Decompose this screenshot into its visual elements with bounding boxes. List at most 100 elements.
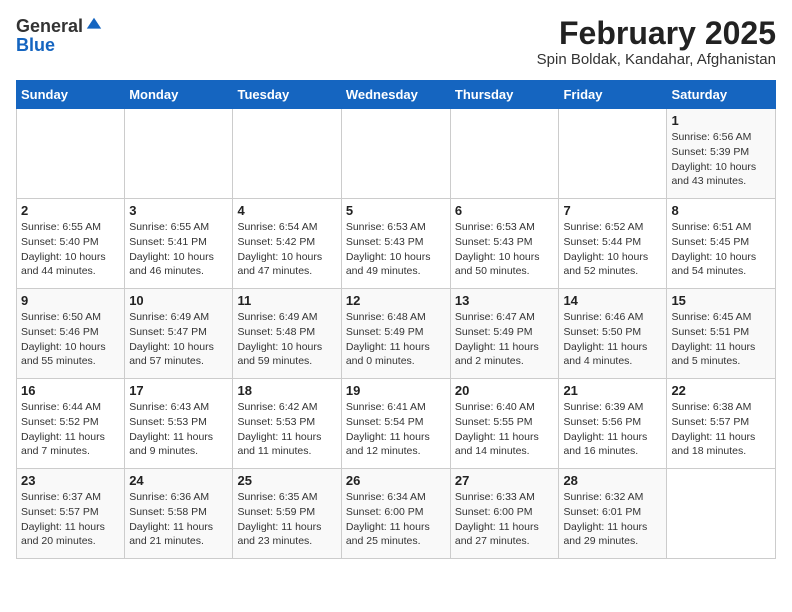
calendar-cell: 7 Sunrise: 6:52 AM Sunset: 5:44 PM Daylig… — [559, 199, 667, 289]
day-number: 5 — [346, 203, 446, 218]
calendar-week-1: 2 Sunrise: 6:55 AM Sunset: 5:40 PM Daylig… — [17, 199, 776, 289]
calendar-week-0: 1Sunrise: 6:56 AM Sunset: 5:39 PM Daylig… — [17, 109, 776, 199]
page-title: February 2025 — [537, 16, 776, 51]
calendar-cell: 15 Sunrise: 6:45 AM Sunset: 5:51 PM Dayli… — [667, 289, 776, 379]
day-info: Sunrise: 6:49 AM Sunset: 5:47 PM Dayligh… — [129, 310, 228, 369]
day-info: Sunrise: 6:37 AM Sunset: 5:57 PM Dayligh… — [21, 490, 120, 549]
day-number: 14 — [563, 293, 662, 308]
day-info: Sunrise: 6:38 AM Sunset: 5:57 PM Dayligh… — [671, 400, 771, 459]
day-info: Sunrise: 6:39 AM Sunset: 5:56 PM Dayligh… — [563, 400, 662, 459]
day-info: Sunrise: 6:43 AM Sunset: 5:53 PM Dayligh… — [129, 400, 228, 459]
logo-blue-text: Blue — [16, 35, 55, 55]
calendar-cell: 4Sunrise: 6:54 AM Sunset: 5:42 PM Daylig… — [233, 199, 341, 289]
calendar-cell: 28Sunrise: 6:32 AM Sunset: 6:01 PM Dayli… — [559, 469, 667, 559]
day-info: Sunrise: 6:35 AM Sunset: 5:59 PM Dayligh… — [237, 490, 336, 549]
day-info: Sunrise: 6:52 AM Sunset: 5:44 PM Dayligh… — [563, 220, 662, 279]
day-info: Sunrise: 6:41 AM Sunset: 5:54 PM Dayligh… — [346, 400, 446, 459]
day-number: 16 — [21, 383, 120, 398]
calendar-cell: 26 Sunrise: 6:34 AM Sunset: 6:00 PM Dayli… — [341, 469, 450, 559]
day-number: 18 — [237, 383, 336, 398]
day-info: Sunrise: 6:46 AM Sunset: 5:50 PM Dayligh… — [563, 310, 662, 369]
day-number: 6 — [455, 203, 555, 218]
calendar-cell: 20Sunrise: 6:40 AM Sunset: 5:55 PM Dayli… — [450, 379, 559, 469]
calendar-cell — [125, 109, 233, 199]
calendar-week-3: 16Sunrise: 6:44 AM Sunset: 5:52 PM Dayli… — [17, 379, 776, 469]
calendar-week-2: 9Sunrise: 6:50 AM Sunset: 5:46 PM Daylig… — [17, 289, 776, 379]
day-info: Sunrise: 6:53 AM Sunset: 5:43 PM Dayligh… — [455, 220, 555, 279]
day-number: 10 — [129, 293, 228, 308]
day-number: 12 — [346, 293, 446, 308]
calendar-cell — [17, 109, 125, 199]
calendar-cell: 9Sunrise: 6:50 AM Sunset: 5:46 PM Daylig… — [17, 289, 125, 379]
calendar-cell: 5 Sunrise: 6:53 AM Sunset: 5:43 PM Daylig… — [341, 199, 450, 289]
day-info: Sunrise: 6:36 AM Sunset: 5:58 PM Dayligh… — [129, 490, 228, 549]
day-info: Sunrise: 6:54 AM Sunset: 5:42 PM Dayligh… — [237, 220, 336, 279]
page-subtitle: Spin Boldak, Kandahar, Afghanistan — [537, 51, 776, 68]
weekday-header-thursday: Thursday — [450, 81, 559, 109]
calendar-cell: 6 Sunrise: 6:53 AM Sunset: 5:43 PM Daylig… — [450, 199, 559, 289]
day-info: Sunrise: 6:55 AM Sunset: 5:40 PM Dayligh… — [21, 220, 120, 279]
logo-general-text: General — [16, 17, 83, 35]
day-info: Sunrise: 6:45 AM Sunset: 5:51 PM Dayligh… — [671, 310, 771, 369]
calendar-cell: 25Sunrise: 6:35 AM Sunset: 5:59 PM Dayli… — [233, 469, 341, 559]
weekday-header-friday: Friday — [559, 81, 667, 109]
calendar-cell: 10 Sunrise: 6:49 AM Sunset: 5:47 PM Dayli… — [125, 289, 233, 379]
day-info: Sunrise: 6:42 AM Sunset: 5:53 PM Dayligh… — [237, 400, 336, 459]
day-number: 28 — [563, 473, 662, 488]
weekday-header-monday: Monday — [125, 81, 233, 109]
logo: General Blue — [16, 16, 103, 56]
weekday-header-wednesday: Wednesday — [341, 81, 450, 109]
calendar-cell: 23 Sunrise: 6:37 AM Sunset: 5:57 PM Dayli… — [17, 469, 125, 559]
day-number: 17 — [129, 383, 228, 398]
day-number: 21 — [563, 383, 662, 398]
calendar-cell: 14 Sunrise: 6:46 AM Sunset: 5:50 PM Dayli… — [559, 289, 667, 379]
calendar-cell — [341, 109, 450, 199]
day-number: 19 — [346, 383, 446, 398]
day-info: Sunrise: 6:34 AM Sunset: 6:00 PM Dayligh… — [346, 490, 446, 549]
day-info: Sunrise: 6:50 AM Sunset: 5:46 PM Dayligh… — [21, 310, 120, 369]
weekday-header-tuesday: Tuesday — [233, 81, 341, 109]
day-info: Sunrise: 6:55 AM Sunset: 5:41 PM Dayligh… — [129, 220, 228, 279]
weekday-header-row: SundayMondayTuesdayWednesdayThursdayFrid… — [17, 81, 776, 109]
calendar-cell: 1Sunrise: 6:56 AM Sunset: 5:39 PM Daylig… — [667, 109, 776, 199]
calendar-week-4: 23 Sunrise: 6:37 AM Sunset: 5:57 PM Dayli… — [17, 469, 776, 559]
calendar-cell: 11Sunrise: 6:49 AM Sunset: 5:48 PM Dayli… — [233, 289, 341, 379]
calendar-cell: 13Sunrise: 6:47 AM Sunset: 5:49 PM Dayli… — [450, 289, 559, 379]
calendar-cell: 18 Sunrise: 6:42 AM Sunset: 5:53 PM Dayli… — [233, 379, 341, 469]
calendar-cell: 27Sunrise: 6:33 AM Sunset: 6:00 PM Dayli… — [450, 469, 559, 559]
day-info: Sunrise: 6:48 AM Sunset: 5:49 PM Dayligh… — [346, 310, 446, 369]
day-number: 22 — [671, 383, 771, 398]
day-info: Sunrise: 6:40 AM Sunset: 5:55 PM Dayligh… — [455, 400, 555, 459]
day-number: 7 — [563, 203, 662, 218]
day-info: Sunrise: 6:51 AM Sunset: 5:45 PM Dayligh… — [671, 220, 771, 279]
day-number: 13 — [455, 293, 555, 308]
calendar-table: SundayMondayTuesdayWednesdayThursdayFrid… — [16, 80, 776, 559]
calendar-cell: 17 Sunrise: 6:43 AM Sunset: 5:53 PM Dayli… — [125, 379, 233, 469]
calendar-body: 1Sunrise: 6:56 AM Sunset: 5:39 PM Daylig… — [17, 109, 776, 559]
weekday-header-sunday: Sunday — [17, 81, 125, 109]
day-number: 11 — [237, 293, 336, 308]
calendar-header: SundayMondayTuesdayWednesdayThursdayFrid… — [17, 81, 776, 109]
calendar-cell: 21 Sunrise: 6:39 AM Sunset: 5:56 PM Dayli… — [559, 379, 667, 469]
logo-icon — [85, 16, 103, 34]
calendar-cell — [559, 109, 667, 199]
day-number: 23 — [21, 473, 120, 488]
day-number: 3 — [129, 203, 228, 218]
calendar-cell — [667, 469, 776, 559]
calendar-cell — [450, 109, 559, 199]
calendar-cell: 19 Sunrise: 6:41 AM Sunset: 5:54 PM Dayli… — [341, 379, 450, 469]
day-number: 24 — [129, 473, 228, 488]
title-block: February 2025 Spin Boldak, Kandahar, Afg… — [537, 16, 776, 68]
weekday-header-saturday: Saturday — [667, 81, 776, 109]
day-number: 2 — [21, 203, 120, 218]
day-number: 26 — [346, 473, 446, 488]
calendar-cell: 16Sunrise: 6:44 AM Sunset: 5:52 PM Dayli… — [17, 379, 125, 469]
calendar-cell: 24 Sunrise: 6:36 AM Sunset: 5:58 PM Dayli… — [125, 469, 233, 559]
day-info: Sunrise: 6:53 AM Sunset: 5:43 PM Dayligh… — [346, 220, 446, 279]
day-number: 8 — [671, 203, 771, 218]
page-header: General Blue February 2025 Spin Boldak, … — [16, 16, 776, 68]
calendar-cell: 2 Sunrise: 6:55 AM Sunset: 5:40 PM Daylig… — [17, 199, 125, 289]
day-info: Sunrise: 6:33 AM Sunset: 6:00 PM Dayligh… — [455, 490, 555, 549]
day-number: 15 — [671, 293, 771, 308]
calendar-cell: 22 Sunrise: 6:38 AM Sunset: 5:57 PM Dayli… — [667, 379, 776, 469]
